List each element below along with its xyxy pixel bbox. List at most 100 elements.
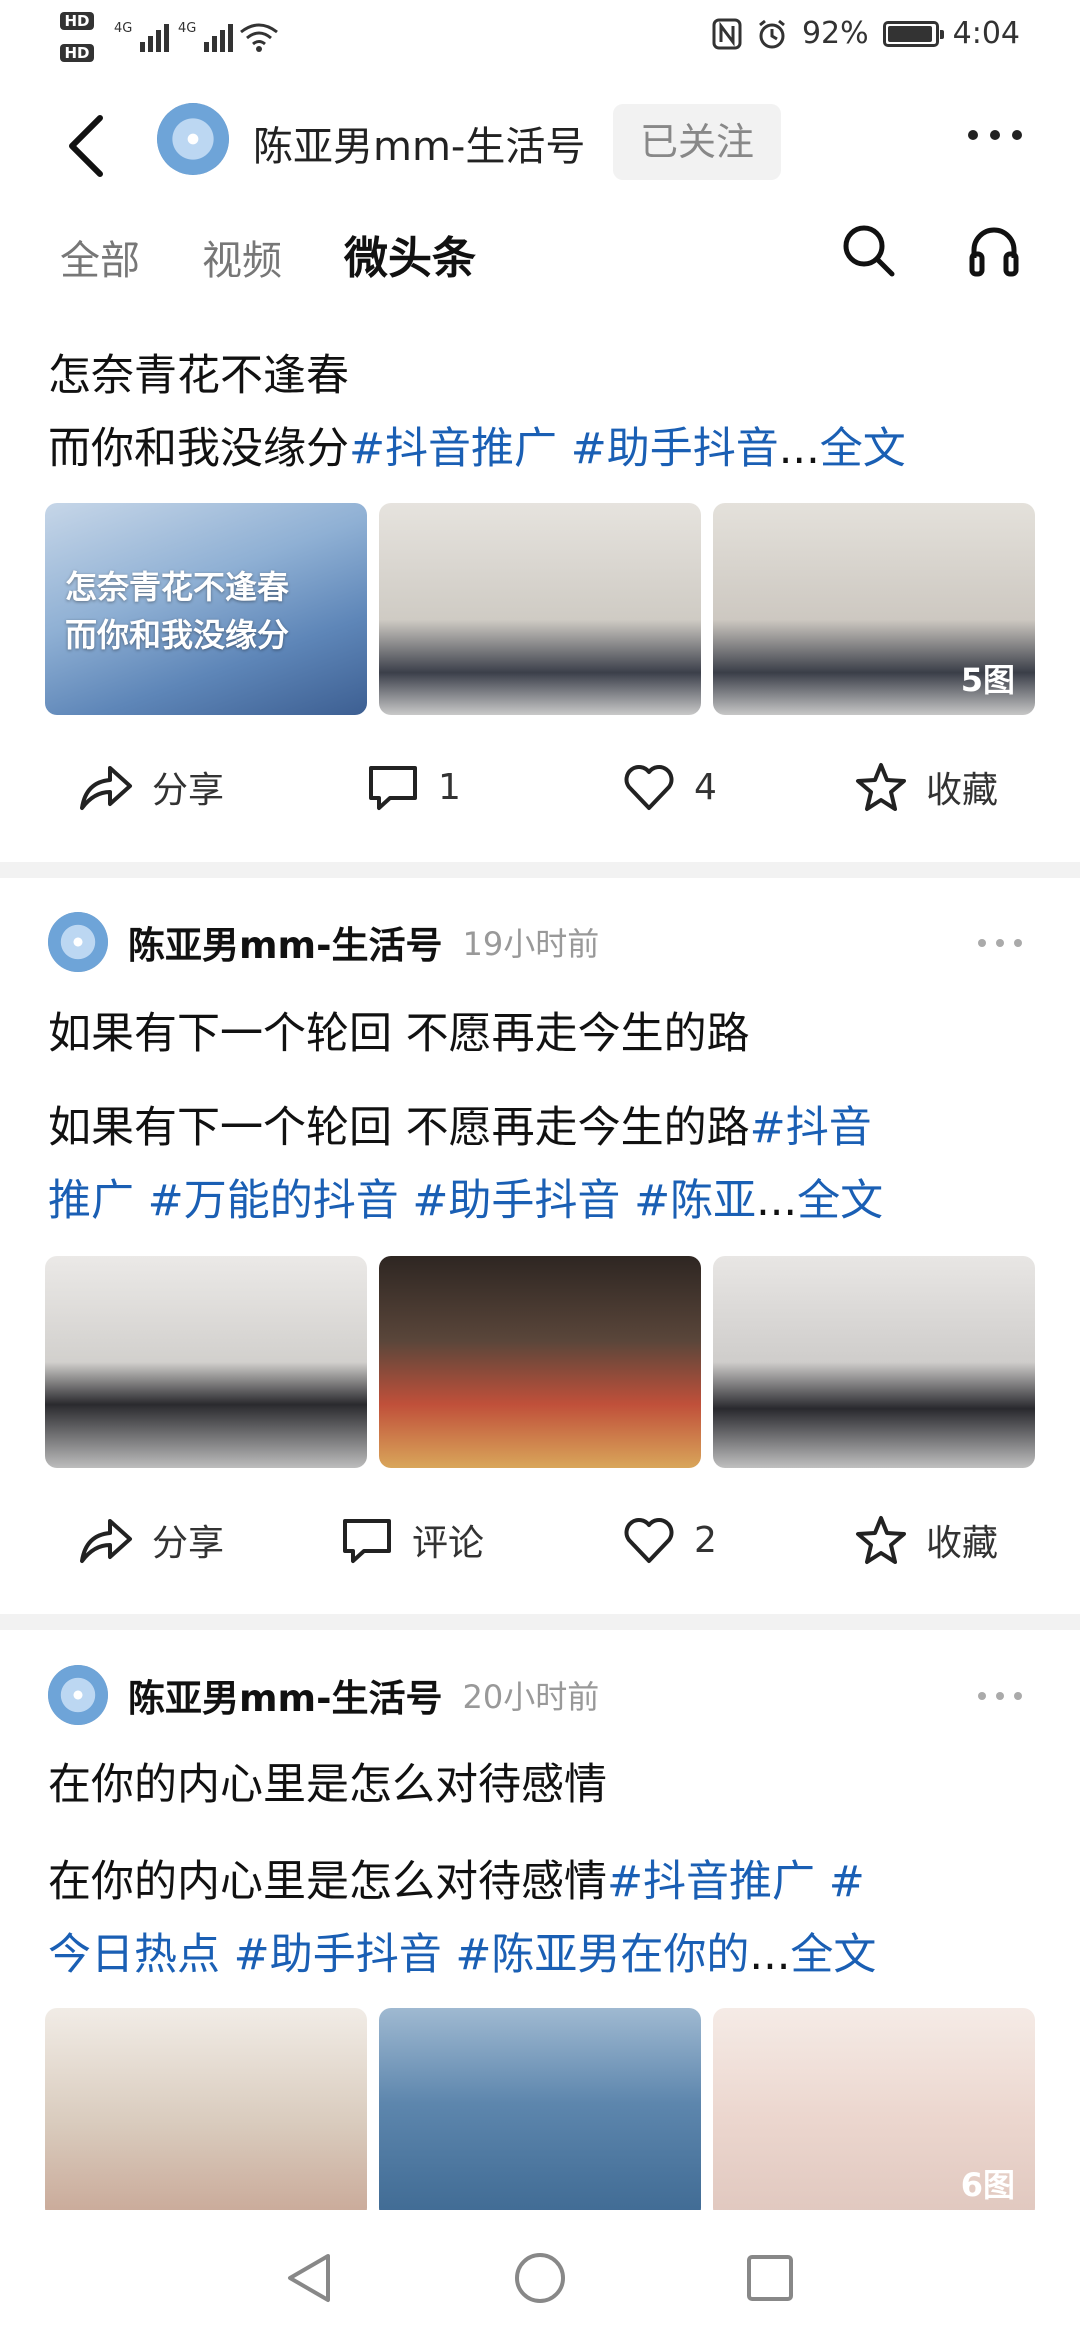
separator <box>0 862 1080 878</box>
share-icon <box>80 766 132 810</box>
post-2-body: 如果有下一个轮回 不愿再走今生的路 <box>48 1103 750 1153</box>
post-2-image-1[interactable] <box>45 1256 367 1468</box>
star-icon <box>856 763 906 811</box>
post-1-image-caption: 怎奈青花不逢春 而你和我没缘分 <box>65 568 290 654</box>
share-button[interactable]: 分享 <box>78 1500 224 1580</box>
post-3-image-1[interactable] <box>45 2008 367 2220</box>
post-1-text[interactable]: 怎奈青花不逢春 而你和我没缘分#抖音推广 #助手抖音...全文 <box>0 340 1080 486</box>
status-bar: HD HD 4G 4G 92% 4:04 <box>0 0 1080 75</box>
hd-badge-2: HD <box>60 44 94 62</box>
post-2-tags-2[interactable]: 推广 #万能的抖音 #助手抖音 #陈亚 <box>48 1176 756 1226</box>
post-2-tags-1[interactable]: #抖音 <box>750 1103 872 1153</box>
post-1-full-text-link[interactable]: 全文 <box>820 424 906 474</box>
post-3-image-2[interactable] <box>379 2008 701 2220</box>
separator <box>0 1614 1080 1630</box>
search-icon[interactable] <box>840 222 896 278</box>
svg-text:4G: 4G <box>114 21 132 36</box>
share-label: 分享 <box>152 1523 225 1564</box>
comment-icon <box>343 1519 391 1563</box>
post-2-image-2[interactable] <box>379 1256 701 1468</box>
post-2-ellipsis: ... <box>756 1176 798 1226</box>
post-2-text[interactable]: 如果有下一个轮回 不愿再走今生的路#抖音 推广 #万能的抖音 #助手抖音 #陈亚… <box>0 1092 1080 1238</box>
like-count: 4 <box>694 766 717 808</box>
favorite-button[interactable]: 收藏 <box>854 1500 998 1580</box>
wifi-icon <box>240 23 278 52</box>
more-options-icon[interactable] <box>968 130 1022 140</box>
nav-back-icon[interactable] <box>282 2250 338 2306</box>
tab-all[interactable]: 全部 <box>60 228 140 286</box>
heart-icon <box>624 1518 674 1563</box>
image-count-badge: 5图 <box>960 661 1015 699</box>
post-2-author-name[interactable]: 陈亚男mm-生活号 <box>128 915 442 969</box>
post-3-more-icon[interactable] <box>978 1692 1022 1700</box>
back-arrow-icon[interactable] <box>58 110 128 180</box>
alarm-icon <box>759 19 785 48</box>
post-1-ellipsis: ... <box>778 424 820 474</box>
post-3-body: 在你的内心里是怎么对待感情 <box>48 1857 607 1907</box>
tab-video[interactable]: 视频 <box>202 228 282 286</box>
favorite-label: 收藏 <box>926 770 999 811</box>
image-count-badge: 6图 <box>960 2166 1015 2204</box>
signal-icon-1: 4G <box>114 21 169 52</box>
post-3-tags-1[interactable]: #抖音推广 # <box>607 1857 865 1907</box>
post-3-title[interactable]: 在你的内心里是怎么对待感情 <box>0 1749 1080 1822</box>
favorite-button[interactable]: 收藏 <box>854 747 998 827</box>
post-1-actions: 分享 1 4 收藏 <box>0 747 1080 827</box>
post-3-author-name[interactable]: 陈亚男mm-生活号 <box>128 1668 442 1722</box>
post-1-body: 而你和我没缘分 <box>48 424 349 474</box>
post-3-tags-2[interactable]: 今日热点 #助手抖音 #陈亚男在你的 <box>48 1930 749 1980</box>
post-3-image-3[interactable]: 6图 <box>713 2008 1035 2220</box>
clock: 4:04 <box>952 16 1020 51</box>
account-avatar[interactable] <box>157 103 229 175</box>
share-button[interactable]: 分享 <box>78 747 224 827</box>
hd-badge-1: HD <box>60 12 94 30</box>
profile-header: 陈亚男mm-生活号 已关注 <box>0 100 1080 190</box>
post-3-ellipsis: ... <box>749 1930 791 1980</box>
post-1-image-2[interactable] <box>379 503 701 715</box>
post-3-images: 6图 <box>45 2008 1035 2220</box>
nfc-icon <box>712 18 742 49</box>
post-2-title[interactable]: 如果有下一个轮回 不愿再走今生的路 <box>0 998 1080 1071</box>
nav-recents-icon[interactable] <box>742 2250 798 2306</box>
post-2-time: 19小时前 <box>462 925 600 963</box>
comment-label: 评论 <box>412 1523 485 1564</box>
headphones-icon[interactable] <box>966 222 1022 278</box>
tab-micro-headline[interactable]: 微头条 <box>344 222 476 286</box>
star-icon <box>856 1516 906 1564</box>
nav-home-icon[interactable] <box>512 2250 568 2306</box>
system-nav-bar <box>0 2210 1080 2340</box>
post-2-full-text-link[interactable]: 全文 <box>797 1176 883 1226</box>
post-3-avatar[interactable] <box>48 1665 108 1725</box>
post-2-images <box>45 1256 1035 1468</box>
comment-button[interactable]: 1 <box>366 747 461 827</box>
post-3-text[interactable]: 在你的内心里是怎么对待感情#抖音推广 # 今日热点 #助手抖音 #陈亚男在你的.… <box>0 1846 1080 1992</box>
post-1-images: 怎奈青花不逢春 而你和我没缘分 5图 <box>45 503 1035 715</box>
like-button[interactable]: 4 <box>622 747 717 827</box>
like-count: 2 <box>694 1519 717 1561</box>
post-1-title: 怎奈青花不逢春 <box>48 351 349 401</box>
post-2-more-icon[interactable] <box>978 939 1022 947</box>
post-1-image-1[interactable]: 怎奈青花不逢春 而你和我没缘分 <box>45 503 367 715</box>
signal-icon-2: 4G <box>178 21 233 52</box>
post-1-image-3[interactable]: 5图 <box>713 503 1035 715</box>
post-2-author[interactable]: 陈亚男mm-生活号 19小时前 <box>48 912 599 972</box>
post-2-image-3[interactable] <box>713 1256 1035 1468</box>
post-3-full-text-link[interactable]: 全文 <box>790 1930 876 1980</box>
post-3-time: 20小时前 <box>462 1678 600 1716</box>
svg-text:4G: 4G <box>178 21 196 36</box>
followed-button[interactable]: 已关注 <box>613 104 781 180</box>
post-3-author[interactable]: 陈亚男mm-生活号 20小时前 <box>48 1665 599 1725</box>
share-icon <box>80 1519 132 1563</box>
account-name[interactable]: 陈亚男mm-生活号 <box>253 114 585 172</box>
battery-icon <box>882 20 944 47</box>
like-button[interactable]: 2 <box>622 1500 717 1580</box>
share-label: 分享 <box>152 770 225 811</box>
battery-percent: 92% <box>801 16 869 51</box>
post-1-tags[interactable]: #抖音推广 #助手抖音 <box>349 424 779 474</box>
post-2-avatar[interactable] <box>48 912 108 972</box>
comment-count: 1 <box>438 766 461 808</box>
heart-icon <box>624 765 674 810</box>
favorite-label: 收藏 <box>926 1523 999 1564</box>
comment-button[interactable]: 评论 <box>340 1500 484 1580</box>
content-tabs: 全部 视频 微头条 <box>60 222 476 286</box>
